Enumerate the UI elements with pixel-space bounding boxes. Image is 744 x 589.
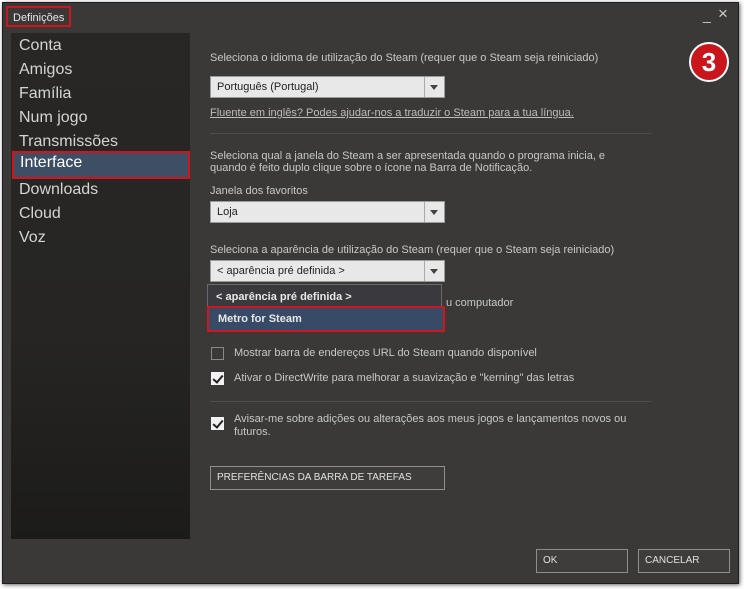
translate-help-link[interactable]: Fluente em inglês? Podes ajudar-nos a tr… (210, 107, 574, 120)
skin-option-metro-label: Metro for Steam (218, 313, 302, 325)
skin-description: Seleciona a aparência de utilização do S… (210, 244, 615, 256)
sidebar-item-num-jogo[interactable]: Num jogo (11, 106, 190, 130)
notify-label-line2: futuros. (234, 426, 271, 438)
notify-label-line1: Avisar-me sobre adições ou alterações ao… (234, 413, 627, 425)
url-bar-checkbox[interactable] (211, 347, 224, 360)
directwrite-label: Ativar o DirectWrite para melhorar a sua… (234, 372, 575, 384)
skin-select-value: < aparência pré definida > (217, 265, 345, 277)
sidebar-item-amigos[interactable]: Amigos (11, 58, 190, 82)
ok-button[interactable]: OK (536, 549, 628, 573)
chevron-down-icon (424, 77, 444, 97)
taskbar-preferences-button[interactable]: PREFERÊNCIAS DA BARRA DE TAREFAS (210, 466, 445, 490)
directwrite-checkbox[interactable] (211, 372, 224, 385)
divider (210, 133, 652, 134)
language-select-value: Português (Portugal) (217, 81, 319, 93)
minimize-icon[interactable]: _ (703, 7, 711, 23)
language-description: Seleciona o idioma de utilização do Stea… (210, 52, 599, 64)
close-icon[interactable]: × (718, 4, 728, 24)
skin-select[interactable]: < aparência pré definida > (210, 260, 445, 282)
obscured-text: u computador (446, 297, 514, 309)
cancel-button[interactable]: CANCELAR (638, 549, 730, 573)
favorites-window-value: Loja (217, 206, 238, 218)
chevron-down-icon (424, 261, 444, 281)
skin-option-default[interactable]: < aparência pré definida > (216, 291, 352, 303)
sidebar-item-conta[interactable]: Conta (11, 34, 190, 58)
favorites-window-label: Janela dos favoritos (210, 185, 308, 197)
chevron-down-icon (424, 202, 444, 222)
window-title: Definições (6, 6, 72, 27)
step-badge: 3 (689, 42, 729, 82)
sidebar: Conta Amigos Família Num jogo Transmissõ… (11, 33, 190, 539)
startup-description-line2: quando é feito duplo clique sobre o ícon… (210, 162, 533, 174)
sidebar-item-interface[interactable]: Interface (12, 151, 190, 179)
notify-checkbox[interactable] (211, 417, 224, 430)
sidebar-item-voz[interactable]: Voz (11, 226, 190, 250)
language-select[interactable]: Português (Portugal) (210, 76, 445, 98)
title-bar[interactable]: Definições _ × (3, 3, 738, 30)
sidebar-item-cloud[interactable]: Cloud (11, 202, 190, 226)
favorites-window-select[interactable]: Loja (210, 201, 445, 223)
sidebar-item-familia[interactable]: Família (11, 82, 190, 106)
skin-option-metro[interactable]: Metro for Steam (207, 306, 445, 332)
divider (210, 401, 652, 402)
url-bar-label: Mostrar barra de endereços URL do Steam … (234, 347, 537, 359)
sidebar-item-downloads[interactable]: Downloads (11, 178, 190, 202)
